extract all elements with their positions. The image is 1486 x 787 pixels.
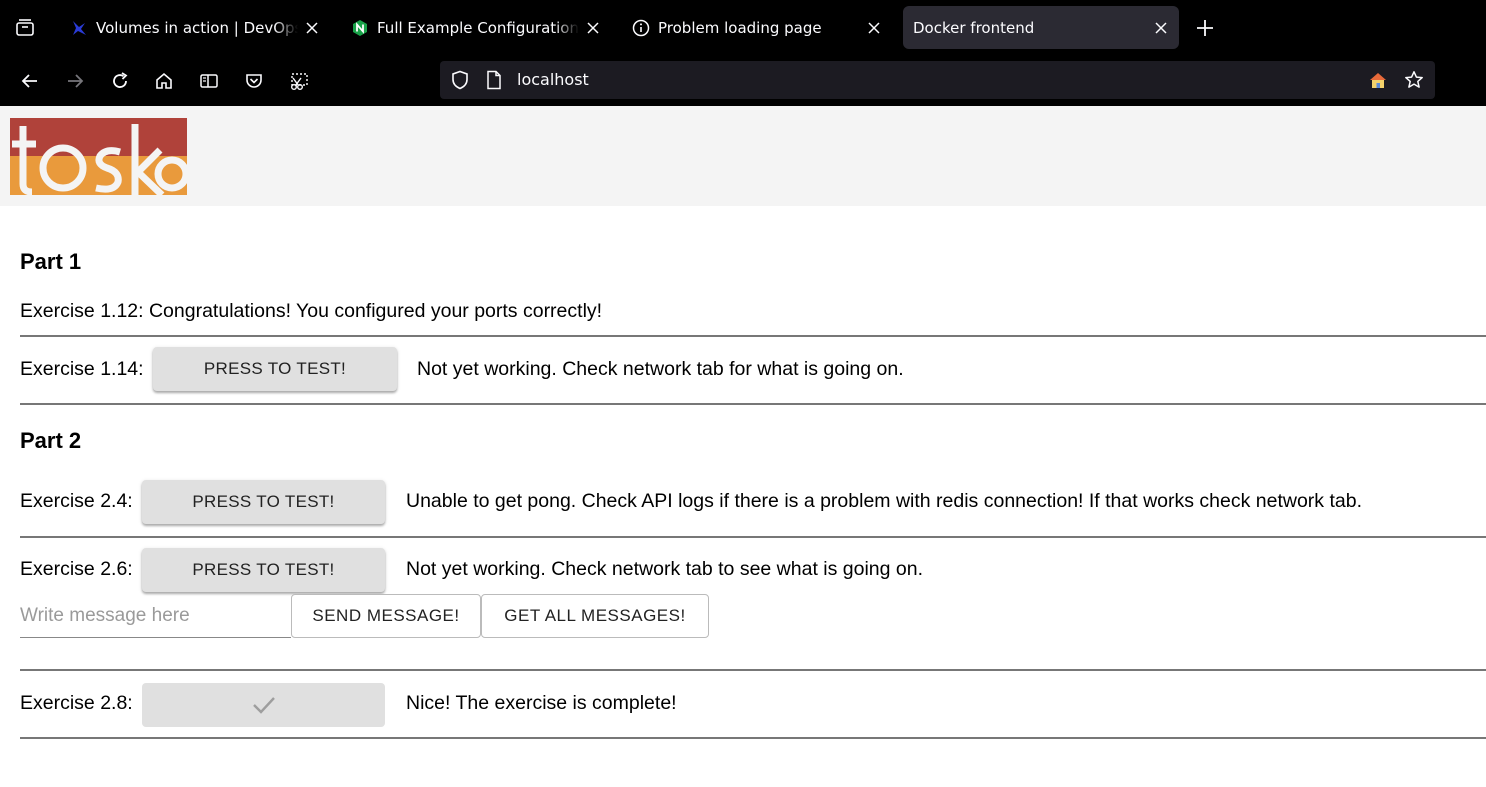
bookmark-star-icon[interactable] xyxy=(1404,70,1424,90)
page-icon xyxy=(484,70,504,90)
tab-title: Docker frontend xyxy=(913,18,1035,37)
exercise-1-14-test-button[interactable]: PRESS TO TEST! xyxy=(153,347,397,391)
exercise-2-4-label: Exercise 2.4: xyxy=(20,490,133,512)
screenshot-icon[interactable] xyxy=(283,65,315,97)
divider xyxy=(20,737,1486,739)
divider xyxy=(20,335,1486,337)
reload-icon[interactable] xyxy=(104,65,136,97)
toska-logo xyxy=(10,118,190,198)
nginx-icon xyxy=(351,19,369,37)
close-icon[interactable] xyxy=(864,18,884,38)
tab-title: Problem loading page xyxy=(658,18,822,37)
sidebar-icon[interactable] xyxy=(193,65,225,97)
tab-nginx[interactable]: Full Example Configuration | NGINX xyxy=(341,6,611,49)
exercise-2-8-status: Nice! The exercise is complete! xyxy=(406,692,677,714)
back-icon[interactable] xyxy=(14,65,46,97)
exercise-2-6-status: Not yet working. Check network tab to se… xyxy=(406,558,924,580)
part2-heading: Part 2 xyxy=(20,428,82,453)
part1-heading: Part 1 xyxy=(20,249,82,274)
exercise-1-12-text: Exercise 1.12: Congratulations! You conf… xyxy=(20,300,603,322)
exercise-1-14-label: Exercise 1.14: xyxy=(20,358,144,380)
close-icon[interactable] xyxy=(583,18,603,38)
home-icon[interactable] xyxy=(148,65,180,97)
browser-chrome: Volumes in action | DevOps with Docker F… xyxy=(0,0,1486,106)
info-icon xyxy=(632,19,650,37)
page-header xyxy=(0,106,1486,206)
tab-overview-icon[interactable] xyxy=(9,12,41,44)
tab-docker-frontend[interactable]: Docker frontend xyxy=(903,6,1179,49)
exercise-2-6-label: Exercise 2.6: xyxy=(20,558,133,580)
pocket-icon[interactable] xyxy=(238,65,270,97)
tab-bar: Volumes in action | DevOps with Docker F… xyxy=(0,0,1486,56)
shield-icon[interactable] xyxy=(450,70,470,90)
exercise-2-4-test-button[interactable]: PRESS TO TEST! xyxy=(142,480,385,524)
tab-title: Volumes in action | DevOps with Docker xyxy=(96,18,298,37)
get-all-messages-button[interactable]: GET ALL MESSAGES! xyxy=(481,594,709,638)
devops-logo-icon xyxy=(70,19,88,37)
tab-title: Full Example Configuration | NGINX xyxy=(377,18,579,37)
close-icon[interactable] xyxy=(1151,18,1171,38)
tab-problem-loading[interactable]: Problem loading page xyxy=(622,6,892,49)
exercise-2-8-done-button xyxy=(142,683,385,727)
forward-icon[interactable] xyxy=(59,65,91,97)
new-tab-icon[interactable] xyxy=(1189,12,1221,44)
send-message-button[interactable]: SEND MESSAGE! xyxy=(291,594,481,638)
exercise-2-8-label: Exercise 2.8: xyxy=(20,692,133,714)
exercise-2-4-status: Unable to get pong. Check API logs if th… xyxy=(406,490,1362,512)
tab-devops[interactable]: Volumes in action | DevOps with Docker xyxy=(60,6,330,49)
url-text[interactable]: localhost xyxy=(517,70,589,89)
divider xyxy=(20,669,1486,671)
exercise-2-6-test-button[interactable]: PRESS TO TEST! xyxy=(142,548,385,592)
divider xyxy=(20,403,1486,405)
message-input[interactable] xyxy=(20,595,291,638)
exercise-1-14-status: Not yet working. Check network tab for w… xyxy=(417,358,904,380)
divider xyxy=(20,536,1486,538)
url-bar[interactable]: localhost xyxy=(440,61,1435,99)
close-icon[interactable] xyxy=(302,18,322,38)
home-badge-icon[interactable] xyxy=(1368,70,1388,90)
checkmark-icon xyxy=(252,697,275,714)
